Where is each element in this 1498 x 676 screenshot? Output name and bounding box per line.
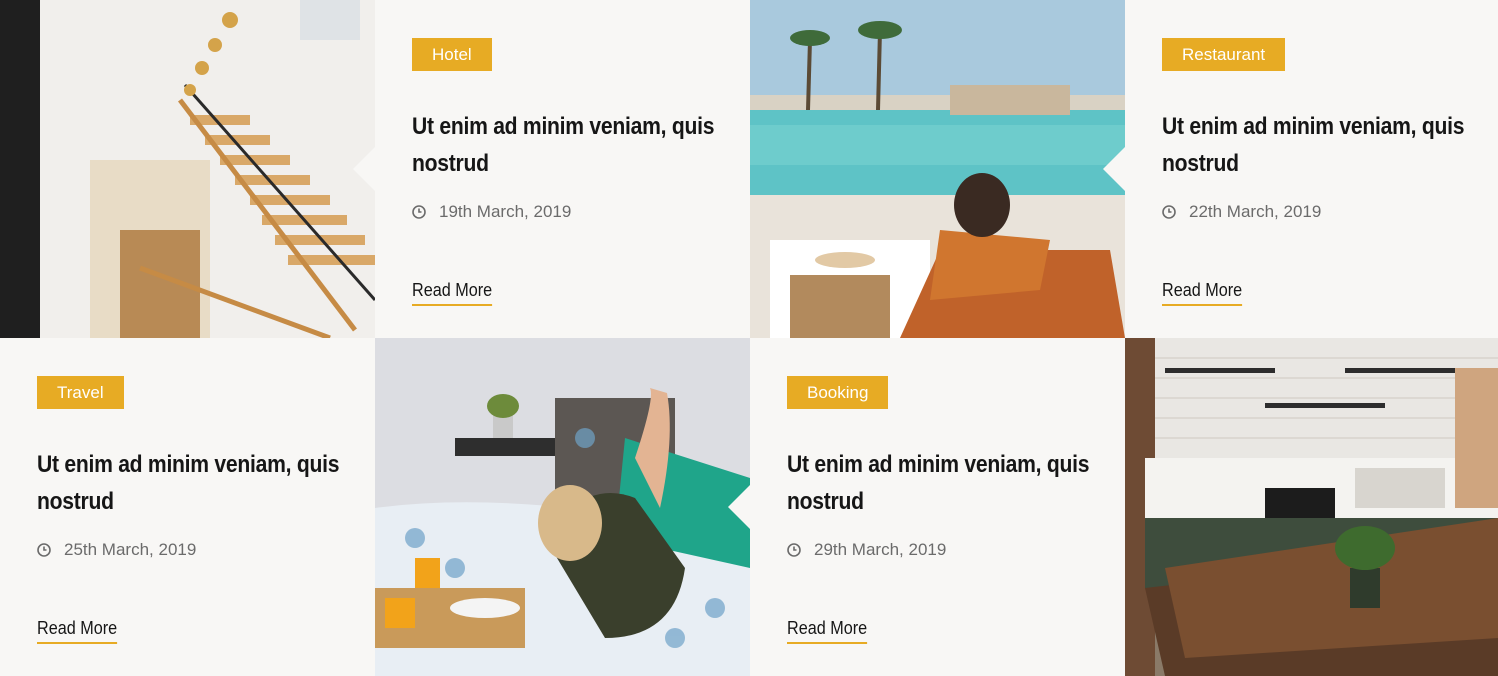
post-date-text: 19th March, 2019 — [439, 202, 572, 221]
grid-row-2: Travel Ut enim ad minim veniam, quis nos… — [0, 338, 1498, 676]
grid-row-1: Hotel Ut enim ad minim veniam, quis nost… — [0, 0, 1498, 338]
post-date: 19th March, 2019 — [412, 201, 571, 223]
card-pointer — [353, 147, 375, 191]
read-more-link[interactable]: Read More — [787, 618, 868, 644]
post-image-breakfast-in-bed[interactable] — [375, 338, 750, 676]
post-card-booking: Booking Ut enim ad minim veniam, quis no… — [728, 338, 1125, 676]
card-pointer — [1103, 147, 1125, 191]
post-title[interactable]: Ut enim ad minim veniam, quis nostrud — [1162, 108, 1470, 182]
category-badge[interactable]: Booking — [787, 376, 889, 409]
clock-icon — [412, 205, 426, 219]
post-date-text: 29th March, 2019 — [814, 540, 947, 559]
post-date: 22th March, 2019 — [1162, 201, 1321, 223]
blog-post-grid: Hotel Ut enim ad minim veniam, quis nost… — [0, 0, 1498, 676]
post-date: 25th March, 2019 — [37, 539, 196, 561]
category-badge[interactable]: Travel — [37, 376, 124, 409]
category-badge[interactable]: Hotel — [412, 38, 492, 71]
post-card-hotel: Hotel Ut enim ad minim veniam, quis nost… — [353, 0, 750, 338]
post-date-text: 22th March, 2019 — [1189, 202, 1322, 221]
clock-icon — [37, 543, 51, 557]
post-date-text: 25th March, 2019 — [64, 540, 197, 559]
card-pointer — [728, 485, 750, 529]
post-card-restaurant: Restaurant Ut enim ad minim veniam, quis… — [1103, 0, 1498, 338]
post-image-poolside-lounger[interactable] — [750, 0, 1125, 338]
category-badge[interactable]: Restaurant — [1162, 38, 1286, 71]
post-title[interactable]: Ut enim ad minim veniam, quis nostrud — [37, 446, 345, 520]
post-card-travel: Travel Ut enim ad minim veniam, quis nos… — [0, 338, 375, 676]
read-more-link[interactable]: Read More — [1162, 280, 1243, 306]
read-more-link[interactable]: Read More — [412, 280, 493, 306]
post-date: 29th March, 2019 — [787, 539, 946, 561]
post-image-hotel-staircase[interactable] — [0, 0, 375, 338]
post-title[interactable]: Ut enim ad minim veniam, quis nostrud — [412, 108, 720, 182]
clock-icon — [787, 543, 801, 557]
post-title[interactable]: Ut enim ad minim veniam, quis nostrud — [787, 446, 1095, 520]
clock-icon — [1162, 205, 1176, 219]
read-more-link[interactable]: Read More — [37, 618, 118, 644]
post-image-cafe-interior[interactable] — [1125, 338, 1498, 676]
